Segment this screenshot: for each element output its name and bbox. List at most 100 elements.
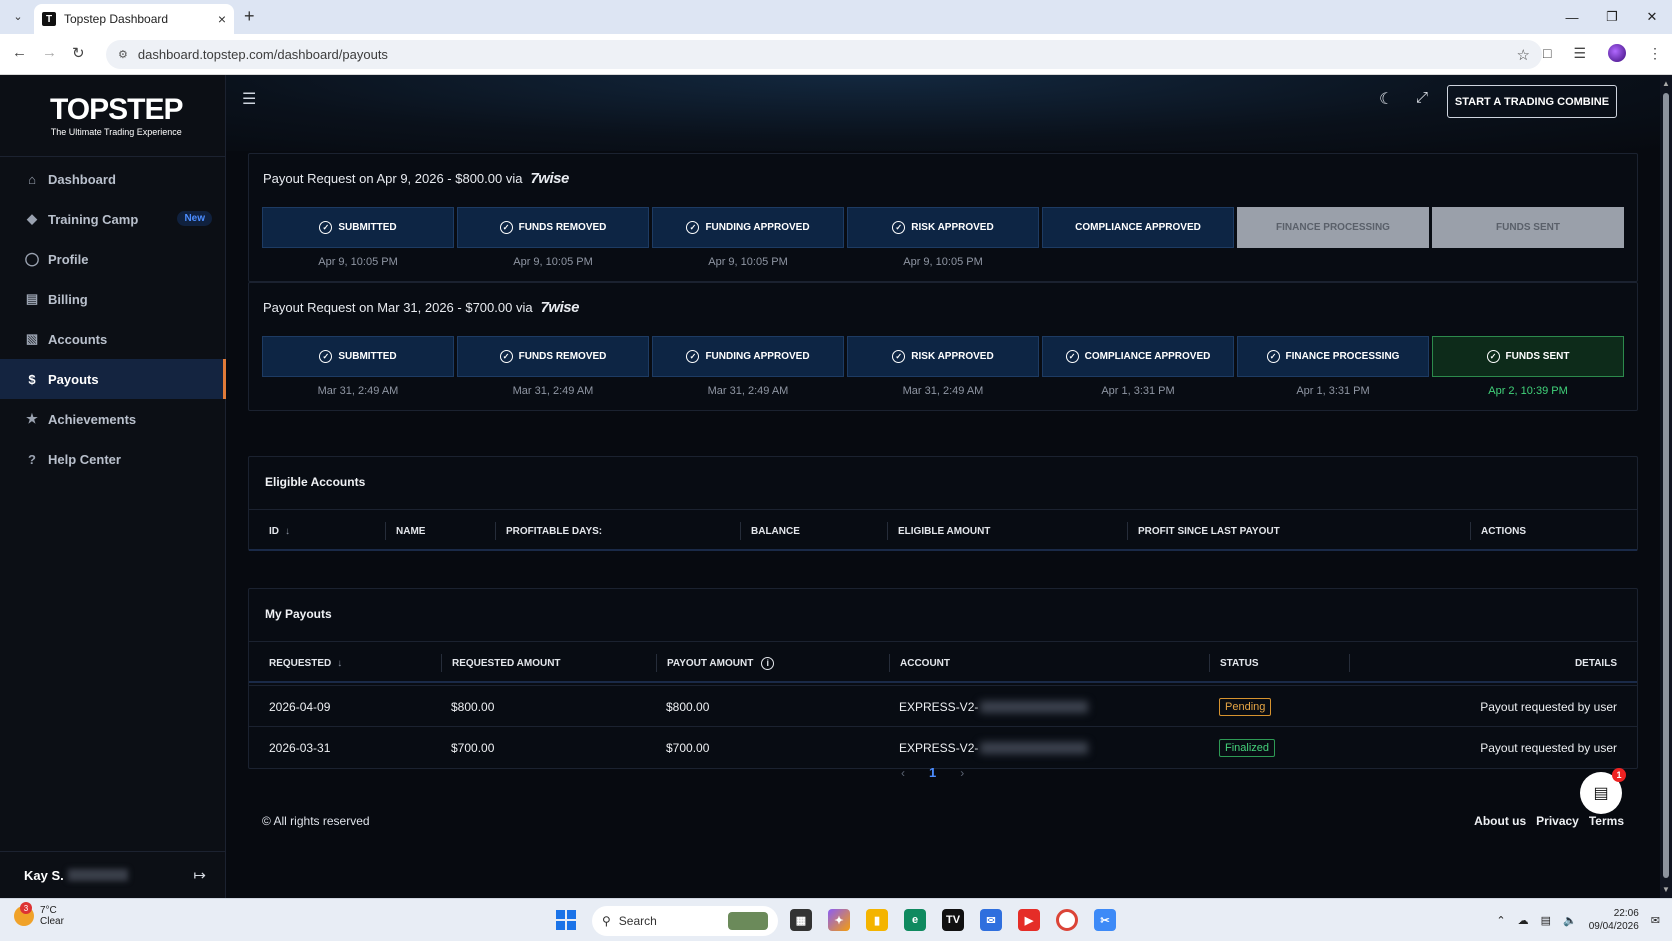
step-submitted: ✓ SUBMITTED Mar 31, 2:49 AM [262,336,454,397]
sidebar-item-label: Help Center [48,451,121,467]
tray-overflow-chevron-icon[interactable]: ⌃ [1496,914,1505,927]
network-icon[interactable]: ▤ [1541,914,1551,927]
check-circle-icon: ✓ [686,221,700,234]
payout-request-title-text: Payout Request on Mar 31, 2026 - $700.00… [263,300,533,315]
next-page-icon[interactable]: › [960,766,964,780]
snipping-tool-icon[interactable]: ✂ [1094,909,1116,931]
profile-avatar-icon[interactable] [1608,44,1626,62]
sidebar-item-help-center[interactable]: ? Help Center [0,439,226,479]
col-requested-amount[interactable]: REQUESTED AMOUNT [441,642,561,684]
payout-request-title-text: Payout Request on Apr 9, 2026 - $800.00 … [263,171,523,186]
tab-search-chevron-icon[interactable]: ⌄ [8,6,28,26]
account-id: EXPRESS-V2- [899,686,1089,727]
scrollbar-thumb[interactable] [1663,93,1669,878]
task-view-icon[interactable]: ▦ [790,909,812,931]
col-requested[interactable]: REQUESTED ↓ [269,642,342,684]
col-payout-amount[interactable]: PAYOUT AMOUNT i [656,642,775,684]
sidebar-item-dashboard[interactable]: ⌂ Dashboard [0,159,226,199]
col-status[interactable]: STATUS [1209,642,1259,684]
start-trading-combine-button[interactable]: START A TRADING COMBINE [1447,85,1617,118]
edge-browser-icon[interactable]: e [904,909,926,931]
sidebar-item-label: Achievements [48,411,137,427]
account-id: EXPRESS-V2- [899,727,1089,768]
topstep-logo[interactable]: TOPSTEP The Ultimate Trading Experience [50,93,183,137]
col-name[interactable]: NAME [385,510,425,552]
terms-link[interactable]: Terms [1589,814,1624,828]
topstep-favicon-icon: T [42,12,56,26]
browser-menu-icon[interactable]: ⋮ [1648,45,1662,62]
profile-icon: ◯ [24,251,40,266]
privacy-link[interactable]: Privacy [1536,814,1579,828]
mail-icon[interactable]: ✉ [980,909,1002,931]
bookmark-star-icon[interactable]: ☆ [1517,46,1530,64]
page-number[interactable]: 1 [929,765,936,780]
forward-arrow-icon[interactable]: → [42,44,57,61]
url-field[interactable]: ⚙ dashboard.topstep.com/dashboard/payout… [106,40,1542,69]
media-controls-icon[interactable]: ☰ [1573,45,1586,62]
chat-button[interactable]: ▤ 1 [1580,768,1626,814]
taskbar-clock[interactable]: 22:06 09/04/2026 [1589,907,1639,933]
chrome-icon[interactable] [1056,909,1078,931]
info-icon[interactable]: i [761,656,775,670]
col-id[interactable]: ID ↓ [269,510,290,552]
tradingview-icon[interactable]: TV [942,909,964,931]
sidebar-item-accounts[interactable]: ▧ Accounts [0,319,226,359]
restore-icon[interactable]: ❐ [1592,0,1632,34]
weather-widget[interactable]: 3 7°C Clear [14,902,64,927]
sidebar-item-payouts[interactable]: $ Payouts [0,359,226,399]
volume-icon[interactable]: 🔈 [1563,914,1577,927]
tab-close-icon[interactable]: × [218,11,226,27]
sidebar-item-achievements[interactable]: ★ Achievements [0,399,226,439]
weather-temp: 7°C [40,905,57,916]
fullscreen-icon[interactable]: ⤢ [1416,89,1428,106]
back-arrow-icon[interactable]: ← [12,44,27,61]
youtube-icon[interactable]: ▶ [1018,909,1040,931]
prev-page-icon[interactable]: ‹ [901,766,905,780]
new-tab-button[interactable]: + [244,6,255,27]
page-scrollbar[interactable]: ▲ ▼ [1660,75,1672,898]
dark-mode-moon-icon[interactable]: ☾ [1379,89,1393,109]
step-date: Apr 9, 10:05 PM [708,256,788,268]
eligible-accounts-title: Eligible Accounts [265,475,366,489]
notifications-icon[interactable]: ✉ [1651,914,1660,927]
taskbar-search[interactable]: ⚲ Search [592,906,778,936]
step-compliance-approved: ✓ COMPLIANCE APPROVED Apr 1, 3:31 PM [1042,336,1234,397]
col-balance[interactable]: BALANCE [740,510,800,552]
minimize-icon[interactable]: — [1552,0,1592,34]
col-actions: ACTIONS [1470,510,1526,552]
clock-date: 09/04/2026 [1588,921,1639,932]
table-row[interactable]: 2026-04-09 $800.00 $800.00 EXPRESS-V2- P… [249,685,1637,726]
browser-tab[interactable]: T Topstep Dashboard × [34,4,234,34]
file-explorer-icon[interactable]: ▮ [866,909,888,931]
col-eligible-amount[interactable]: ELIGIBLE AMOUNT [887,510,990,552]
copilot-icon[interactable]: ✦ [828,909,850,931]
app-root: TOPSTEP The Ultimate Trading Experience … [0,75,1672,898]
close-window-icon[interactable]: ✕ [1632,0,1672,34]
requested-amount: $800.00 [451,699,495,714]
sort-down-arrow-icon[interactable]: ↓ [337,658,342,669]
windows-start-icon[interactable] [556,910,576,930]
requested-amount: $700.00 [451,740,495,755]
status-badge: Finalized [1219,738,1276,757]
onedrive-icon[interactable]: ☁ [1518,914,1529,927]
col-account[interactable]: ACCOUNT [889,642,950,684]
sidebar-item-profile[interactable]: ◯ Profile [0,239,226,279]
collapse-menu-icon[interactable]: ☰ [242,89,256,109]
col-profitable-days[interactable]: PROFITABLE DAYS: [495,510,602,552]
col-profit-since-last-payout[interactable]: PROFIT SINCE LAST PAYOUT [1127,510,1280,552]
system-tray: ⌃ ☁ ▤ 🔈 22:06 09/04/2026 ✉ [1496,907,1660,933]
sort-down-arrow-icon[interactable]: ↓ [285,526,290,537]
about-us-link[interactable]: About us [1474,814,1526,828]
scroll-down-icon[interactable]: ▼ [1662,885,1670,894]
sidebar-item-billing[interactable]: ▤ Billing [0,279,226,319]
wise-logo: 7wise [530,170,569,187]
payout-request-title: Payout Request on Mar 31, 2026 - $700.00… [263,299,579,316]
scroll-up-icon[interactable]: ▲ [1662,79,1670,88]
extensions-icon[interactable]: □ [1543,45,1551,61]
reload-icon[interactable]: ↻ [72,44,85,62]
table-row[interactable]: 2026-03-31 $700.00 $700.00 EXPRESS-V2- F… [249,726,1637,767]
windows-taskbar: 3 7°C Clear ⚲ Search ▦ ✦ ▮ e TV ✉ ▶ ✂ ⌃ … [0,898,1672,941]
sidebar-item-training-camp[interactable]: ◆ Training Camp New [0,199,226,239]
logout-icon[interactable]: ↦ [193,866,206,884]
site-settings-icon[interactable]: ⚙ [118,48,128,61]
